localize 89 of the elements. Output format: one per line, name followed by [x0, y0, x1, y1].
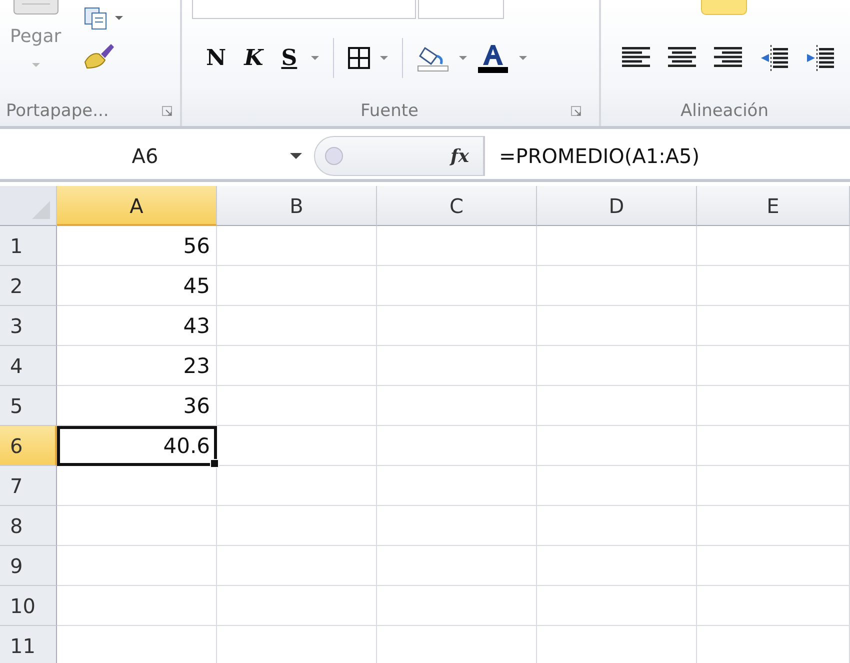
copy-icon[interactable] — [83, 6, 110, 30]
empty-cell[interactable] — [537, 346, 697, 386]
dialog-launcher-icon[interactable] — [162, 106, 172, 116]
table-cell: 23 — [57, 346, 217, 386]
borders-icon[interactable] — [348, 47, 370, 69]
italic-button[interactable]: K — [240, 45, 268, 71]
insert-function-button[interactable]: fx — [450, 146, 469, 166]
empty-cell[interactable] — [377, 586, 537, 626]
group-label: Portapape... — [6, 101, 109, 121]
empty-cell[interactable] — [377, 306, 537, 346]
empty-cell[interactable] — [377, 266, 537, 306]
align-icon[interactable] — [621, 47, 651, 69]
row-header[interactable]: 11 — [0, 626, 57, 663]
font-size-field[interactable] — [418, 0, 504, 19]
row-header[interactable]: 1 — [0, 226, 57, 266]
font-name-field[interactable] — [192, 0, 416, 19]
table-cell: 45 — [57, 266, 217, 306]
empty-cell[interactable] — [537, 306, 697, 346]
row-header[interactable]: 7 — [0, 466, 57, 506]
formula-field[interactable]: =PROMEDIO(A1:A5) — [484, 136, 850, 176]
column-header[interactable]: E — [697, 186, 850, 226]
empty-cell[interactable] — [217, 346, 377, 386]
row-header[interactable]: 2 — [0, 266, 57, 306]
empty-cell[interactable] — [537, 506, 697, 546]
indent-icon[interactable] — [805, 45, 835, 71]
column-header[interactable]: D — [537, 186, 697, 226]
dialog-launcher-icon[interactable] — [571, 106, 581, 116]
empty-cell[interactable] — [537, 386, 697, 426]
empty-cell[interactable] — [217, 226, 377, 266]
group-label: Fuente — [360, 101, 418, 121]
empty-cell[interactable] — [217, 506, 377, 546]
fill-color-icon[interactable] — [417, 44, 450, 72]
empty-cell[interactable] — [697, 466, 850, 506]
empty-cell[interactable] — [377, 546, 537, 586]
empty-cell[interactable] — [697, 266, 850, 306]
splitter-handle[interactable] — [325, 147, 343, 165]
empty-cell[interactable] — [537, 546, 697, 586]
empty-cell[interactable] — [697, 586, 850, 626]
empty-cell[interactable] — [537, 466, 697, 506]
caret-icon[interactable] — [115, 16, 124, 20]
row-header[interactable]: 9 — [0, 546, 57, 586]
row-header[interactable]: 5 — [0, 386, 57, 426]
empty-cell[interactable] — [697, 386, 850, 426]
name-box[interactable]: A6 — [0, 144, 290, 168]
column-header[interactable]: C — [377, 186, 537, 226]
empty-cell[interactable] — [217, 306, 377, 346]
empty-cell[interactable] — [697, 226, 850, 266]
table-cell: 56 — [57, 226, 217, 266]
empty-cell[interactable] — [217, 386, 377, 426]
empty-cell[interactable] — [377, 466, 537, 506]
empty-cell[interactable] — [697, 346, 850, 386]
column-header[interactable]: B — [217, 186, 377, 226]
font-color-icon[interactable] — [477, 43, 510, 73]
active-cell[interactable]: 40.6 — [57, 426, 217, 466]
empty-cell[interactable] — [537, 426, 697, 466]
empty-cell[interactable] — [697, 306, 850, 346]
row-header[interactable]: 8 — [0, 506, 57, 546]
table-cell: 43 — [57, 306, 217, 346]
empty-cell[interactable] — [377, 426, 537, 466]
align-icon[interactable] — [713, 47, 743, 69]
indent-icon[interactable] — [759, 45, 789, 71]
empty-cell[interactable] — [537, 266, 697, 306]
select-all-button[interactable] — [0, 186, 57, 226]
caret-icon[interactable] — [290, 153, 302, 159]
empty-cell[interactable] — [377, 506, 537, 546]
paintbrush-icon[interactable] — [83, 42, 116, 70]
column-header[interactable]: A — [57, 186, 217, 226]
row-header[interactable]: 10 — [0, 586, 57, 626]
align-icon[interactable] — [667, 47, 697, 69]
empty-cell[interactable] — [217, 266, 377, 306]
row-header[interactable]: 3 — [0, 306, 57, 346]
underline-button[interactable]: S — [277, 45, 302, 71]
row-header[interactable]: 4 — [0, 346, 57, 386]
row-header[interactable]: 6 — [0, 426, 57, 466]
empty-cell[interactable] — [377, 346, 537, 386]
empty-cell[interactable] — [217, 466, 377, 506]
empty-cell[interactable] — [537, 586, 697, 626]
empty-cell[interactable] — [697, 506, 850, 546]
empty-cell[interactable] — [537, 226, 697, 266]
empty-cell[interactable] — [377, 386, 537, 426]
group-label: Alineación — [680, 101, 768, 121]
table-cell: 36 — [57, 386, 217, 426]
empty-cell[interactable] — [697, 426, 850, 466]
empty-cell[interactable] — [217, 586, 377, 626]
empty-cell[interactable] — [217, 426, 377, 466]
empty-cell[interactable] — [217, 546, 377, 586]
bold-button[interactable]: N — [202, 45, 230, 71]
empty-cell[interactable] — [697, 546, 850, 586]
empty-cell[interactable] — [377, 226, 537, 266]
